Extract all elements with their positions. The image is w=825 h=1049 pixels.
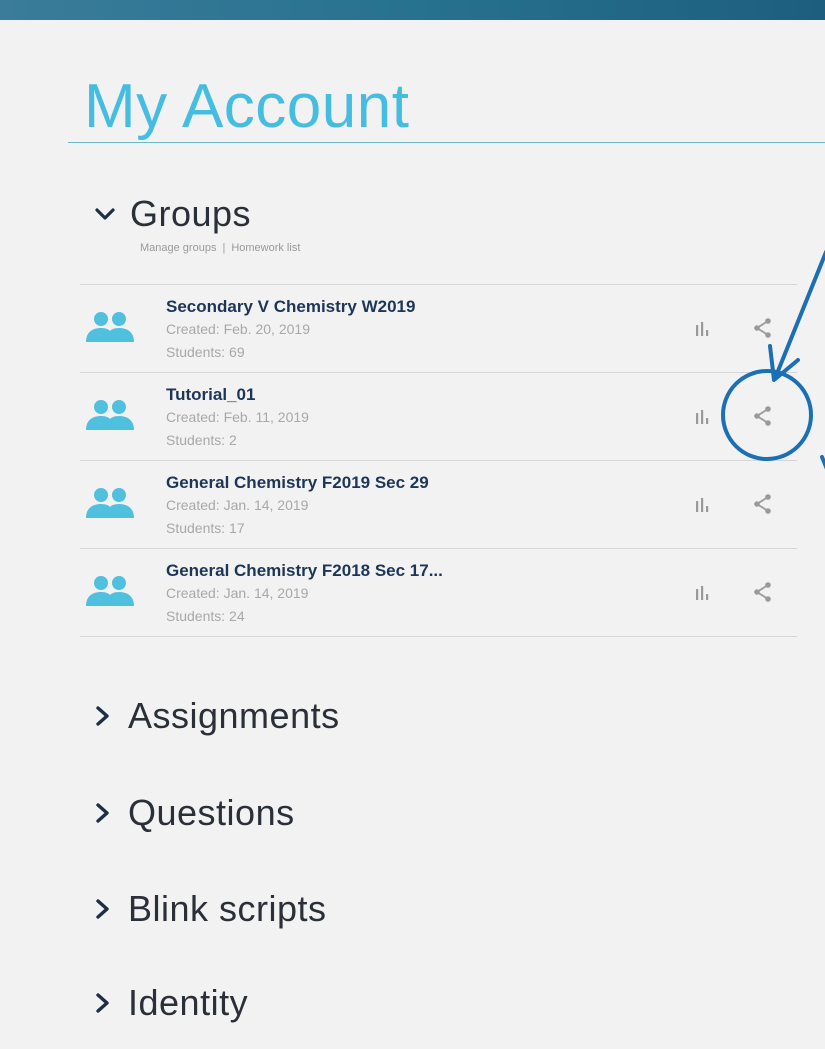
groups-section-header[interactable]: Groups [94, 196, 251, 232]
group-name[interactable]: Secondary V Chemistry W2019 [166, 297, 415, 317]
bar-chart-icon[interactable] [694, 585, 712, 601]
group-row[interactable]: General Chemistry F2019 Sec 29 Created: … [80, 461, 797, 549]
group-students: Students: 17 [166, 520, 245, 536]
group-row[interactable]: Secondary V Chemistry W2019 Created: Feb… [80, 285, 797, 373]
people-icon [82, 573, 138, 613]
link-separator: | [222, 242, 226, 254]
people-icon [82, 309, 138, 349]
share-icon[interactable] [752, 405, 774, 427]
group-created: Created: Jan. 14, 2019 [166, 585, 309, 601]
questions-section-label: Questions [128, 792, 295, 833]
groups-sub-links: Manage groups | Homework list [140, 242, 300, 254]
page: My Account Groups Manage groups | Homewo… [0, 0, 825, 1049]
chevron-right-icon [94, 802, 112, 824]
chevron-right-icon [94, 992, 112, 1014]
title-divider [68, 142, 825, 143]
identity-section-header[interactable]: Identity [94, 985, 248, 1021]
blink-scripts-section-label: Blink scripts [128, 888, 327, 929]
blink-scripts-section-header[interactable]: Blink scripts [94, 891, 327, 927]
group-students: Students: 24 [166, 608, 245, 624]
group-name[interactable]: Tutorial_01 [166, 385, 255, 405]
chevron-down-icon [94, 203, 116, 225]
share-icon[interactable] [752, 493, 774, 515]
homework-list-link[interactable]: Homework list [231, 242, 300, 254]
group-students: Students: 69 [166, 344, 245, 360]
share-icon[interactable] [752, 581, 774, 603]
chevron-right-icon [94, 898, 112, 920]
assignments-section-label: Assignments [128, 695, 340, 736]
group-row[interactable]: General Chemistry F2018 Sec 17... Create… [80, 549, 797, 637]
page-title: My Account [84, 72, 410, 141]
chevron-right-icon [94, 705, 112, 727]
group-students: Students: 2 [166, 432, 237, 448]
group-created: Created: Jan. 14, 2019 [166, 497, 309, 513]
share-icon[interactable] [752, 317, 774, 339]
group-created: Created: Feb. 20, 2019 [166, 321, 310, 337]
people-icon [82, 397, 138, 437]
group-name[interactable]: General Chemistry F2019 Sec 29 [166, 473, 429, 493]
bar-chart-icon[interactable] [694, 321, 712, 337]
groups-section-label: Groups [130, 193, 252, 234]
top-bar [0, 0, 825, 20]
questions-section-header[interactable]: Questions [94, 795, 295, 831]
group-row[interactable]: Tutorial_01 Created: Feb. 11, 2019 Stude… [80, 373, 797, 461]
group-created: Created: Feb. 11, 2019 [166, 409, 309, 425]
assignments-section-header[interactable]: Assignments [94, 698, 340, 734]
people-icon [82, 485, 138, 525]
bar-chart-icon[interactable] [694, 409, 712, 425]
manage-groups-link[interactable]: Manage groups [140, 242, 216, 254]
group-list: Secondary V Chemistry W2019 Created: Feb… [80, 284, 797, 637]
bar-chart-icon[interactable] [694, 497, 712, 513]
identity-section-label: Identity [128, 982, 249, 1023]
group-name[interactable]: General Chemistry F2018 Sec 17... [166, 561, 443, 581]
